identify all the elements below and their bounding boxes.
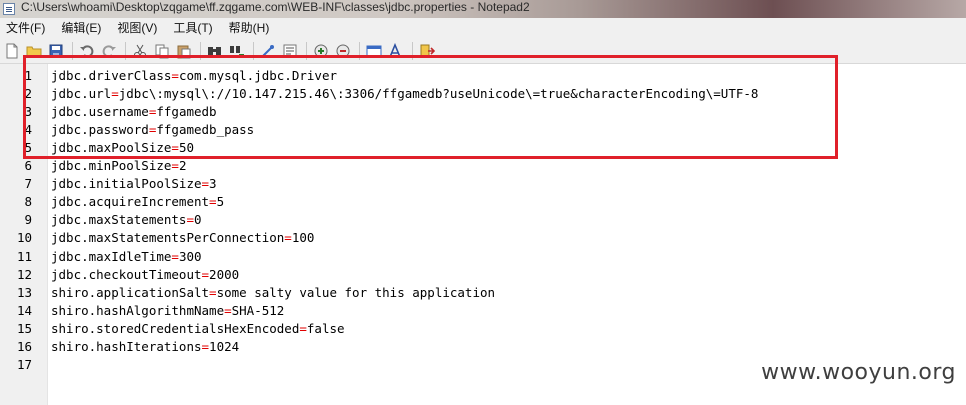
line-number: 14 xyxy=(16,302,32,318)
line-content: shiro.hashIterations=1024 xyxy=(51,338,239,356)
code-line[interactable]: 7 jdbc.initialPoolSize=3 xyxy=(0,175,900,193)
menu-view[interactable]: 视图(V) xyxy=(117,18,157,38)
property-value: 2000 xyxy=(209,266,240,282)
line-content: jdbc.minPoolSize=2 xyxy=(51,157,186,175)
property-separator: = xyxy=(186,212,194,228)
menu-help[interactable]: 帮助(H) xyxy=(229,18,270,38)
menu-file[interactable]: 文件(F) xyxy=(6,18,45,38)
property-key: shiro.applicationSalt xyxy=(51,284,210,300)
line-content: jdbc.maxIdleTime=300 xyxy=(51,248,202,266)
property-value: some salty value for this application xyxy=(216,284,496,300)
line-content: shiro.storedCredentialsHexEncoded=false xyxy=(51,320,345,338)
line-number: 17 xyxy=(16,356,32,372)
code-line[interactable]: 9 jdbc.maxStatements=0 xyxy=(0,211,900,229)
property-value: 300 xyxy=(178,248,202,264)
line-content: jdbc.acquireIncrement=5 xyxy=(51,193,224,211)
menu-tools[interactable]: 工具(T) xyxy=(173,18,212,38)
property-value: 3 xyxy=(209,176,217,192)
property-separator: = xyxy=(284,230,292,246)
menu-bar: 文件(F) 编辑(E) 视图(V) 工具(T) 帮助(H) xyxy=(0,18,966,38)
line-number: 11 xyxy=(16,248,32,264)
code-line[interactable]: 10 jdbc.maxStatementsPerConnection=100 xyxy=(0,229,900,247)
property-key: shiro.hashAlgorithmName xyxy=(51,302,225,318)
line-number: 16 xyxy=(16,338,32,354)
property-value: 5 xyxy=(216,194,225,210)
code-line[interactable]: 13 shiro.applicationSalt=some salty value… xyxy=(0,284,900,302)
line-number: 9 xyxy=(24,212,32,228)
code-line[interactable]: 12 jdbc.checkoutTimeout=2000 xyxy=(0,266,900,284)
property-key: jdbc.minPoolSize xyxy=(51,158,172,174)
menu-edit[interactable]: 编辑(E) xyxy=(61,18,101,38)
property-value: SHA-512 xyxy=(231,302,285,318)
line-number: 13 xyxy=(16,284,32,300)
property-separator: = xyxy=(209,194,217,210)
property-value: false xyxy=(306,320,345,336)
property-value: 2 xyxy=(178,158,187,174)
code-line[interactable]: 14 shiro.hashAlgorithmName=SHA-512 xyxy=(0,302,900,320)
property-key: jdbc.maxIdleTime xyxy=(51,248,172,264)
property-key: jdbc.checkoutTimeout xyxy=(51,266,202,282)
property-key: jdbc.acquireIncrement xyxy=(51,194,210,210)
property-value: 0 xyxy=(194,212,202,228)
watermark: www.wooyun.org xyxy=(761,360,956,385)
property-separator: = xyxy=(224,302,232,318)
code-line[interactable]: 8 jdbc.acquireIncrement=5 xyxy=(0,193,900,211)
property-key: shiro.storedCredentialsHexEncoded xyxy=(51,320,300,336)
annotation-highlight-box xyxy=(23,55,838,159)
property-separator: = xyxy=(171,248,179,264)
title-bar: C:\Users\whoami\Desktop\zqgame\ff.zqgame… xyxy=(0,0,966,18)
line-content: shiro.hashAlgorithmName=SHA-512 xyxy=(51,302,284,320)
property-separator: = xyxy=(299,320,307,336)
property-separator: = xyxy=(171,158,179,174)
new-file-icon[interactable] xyxy=(4,43,20,59)
line-content: shiro.applicationSalt=some salty value f… xyxy=(51,284,495,302)
property-separator: = xyxy=(201,338,210,354)
notepad-app-icon xyxy=(3,3,15,15)
property-separator: = xyxy=(209,284,217,300)
property-key: jdbc.maxStatements xyxy=(51,212,187,228)
code-line[interactable]: 6 jdbc.minPoolSize=2 xyxy=(0,157,900,175)
code-line[interactable]: 15 shiro.storedCredentialsHexEncoded=fals… xyxy=(0,320,900,338)
line-number: 7 xyxy=(24,176,32,192)
line-number: 12 xyxy=(16,266,32,282)
property-value: 1024 xyxy=(209,338,240,354)
line-content: jdbc.maxStatementsPerConnection=100 xyxy=(51,229,314,247)
line-number: 15 xyxy=(16,320,32,336)
property-separator: = xyxy=(201,176,210,192)
property-key: shiro.hashIterations xyxy=(51,338,202,354)
code-line[interactable]: 11 jdbc.maxIdleTime=300 xyxy=(0,248,900,266)
line-number: 10 xyxy=(16,230,32,246)
code-line[interactable]: 16 shiro.hashIterations=1024 xyxy=(0,338,900,356)
property-key: jdbc.maxStatementsPerConnection xyxy=(51,230,285,246)
line-content: jdbc.checkoutTimeout=2000 xyxy=(51,266,239,284)
property-separator: = xyxy=(201,266,210,282)
line-content: jdbc.maxStatements=0 xyxy=(51,211,202,229)
window-title: C:\Users\whoami\Desktop\zqgame\ff.zqgame… xyxy=(21,0,530,14)
line-number: 8 xyxy=(24,194,32,210)
line-number: 6 xyxy=(24,158,32,174)
property-key: jdbc.initialPoolSize xyxy=(51,176,202,192)
line-content: jdbc.initialPoolSize=3 xyxy=(51,175,217,193)
property-value: 100 xyxy=(291,230,315,246)
